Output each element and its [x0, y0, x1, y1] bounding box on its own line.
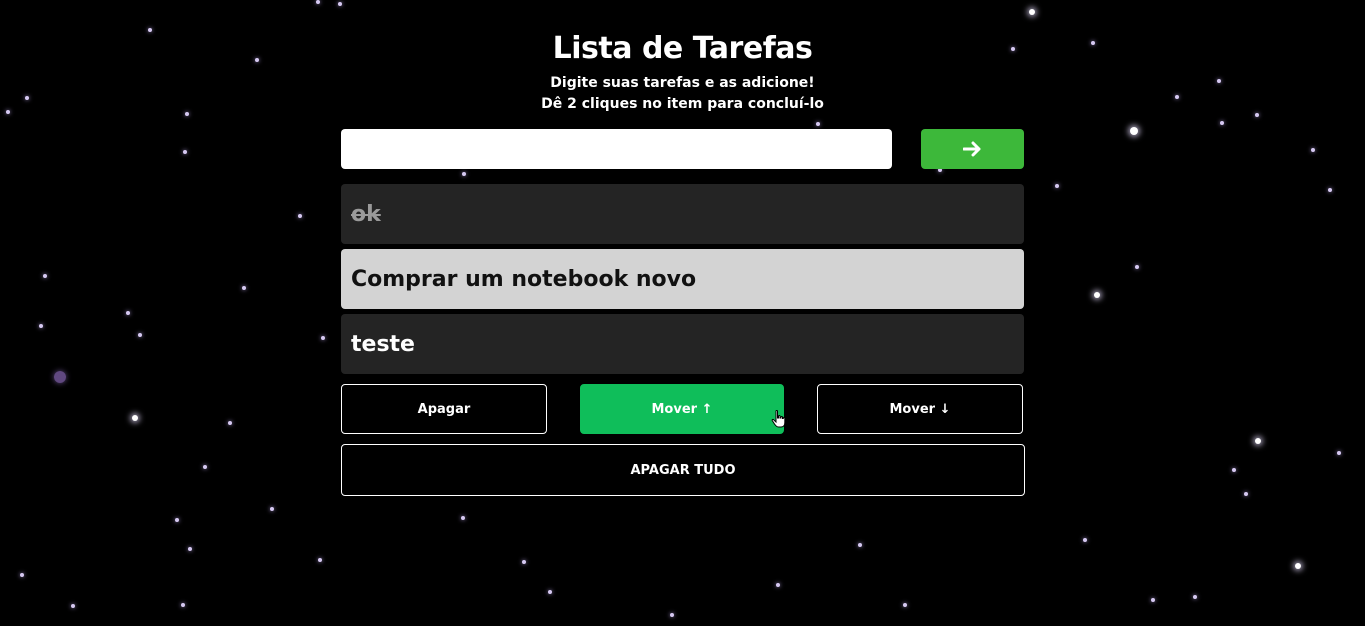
add-task-button[interactable] — [921, 129, 1024, 169]
star — [1311, 148, 1315, 152]
star — [181, 603, 185, 607]
star — [776, 583, 780, 587]
star — [461, 516, 465, 520]
star — [148, 28, 152, 32]
task-list: ok Comprar um notebook novo teste — [341, 184, 1024, 374]
star — [1135, 265, 1139, 269]
task-input[interactable] — [341, 129, 892, 169]
move-down-button[interactable]: Mover ↓ — [817, 384, 1023, 434]
star — [43, 274, 47, 278]
clear-all-button[interactable]: APAGAR TUDO — [341, 444, 1025, 496]
star — [1255, 438, 1261, 444]
instruction-line-2: Dê 2 cliques no item para concluí-lo — [541, 96, 824, 112]
hand-pointer-cursor-icon — [771, 410, 786, 428]
add-task-row — [341, 129, 1024, 169]
move-up-button[interactable]: Mover ↑ — [580, 384, 784, 434]
todo-app: Lista de Tarefas Digite suas tarefas e a… — [341, 30, 1025, 496]
star — [1029, 9, 1035, 15]
star — [1217, 79, 1221, 83]
task-label: ok — [351, 201, 381, 227]
delete-button[interactable]: Apagar — [341, 384, 547, 434]
star — [54, 371, 66, 383]
star — [1151, 598, 1155, 602]
task-item-done[interactable]: ok — [341, 184, 1024, 244]
star — [1055, 184, 1059, 188]
instruction-line-1: Digite suas tarefas e as adicione! — [550, 75, 815, 91]
star — [858, 543, 862, 547]
star — [6, 110, 10, 114]
star — [1328, 188, 1332, 192]
star — [242, 286, 246, 290]
star — [1337, 451, 1341, 455]
task-actions: Apagar Mover ↑ Mover ↓ — [341, 384, 1024, 434]
star — [228, 421, 232, 425]
star — [670, 613, 674, 617]
star — [25, 96, 29, 100]
star — [1091, 41, 1095, 45]
star — [1130, 127, 1138, 135]
star — [188, 547, 192, 551]
star — [1220, 121, 1224, 125]
task-label: Comprar um notebook novo — [351, 266, 697, 292]
star — [71, 604, 75, 608]
star — [318, 558, 322, 562]
star — [1232, 468, 1236, 472]
star — [175, 518, 179, 522]
star — [1094, 292, 1100, 298]
star — [126, 311, 130, 315]
star — [138, 333, 142, 337]
task-label: teste — [351, 331, 415, 357]
star — [1175, 95, 1179, 99]
star — [20, 573, 24, 577]
star — [903, 603, 907, 607]
star — [338, 2, 342, 6]
star — [132, 415, 138, 421]
star — [298, 214, 302, 218]
task-item[interactable]: teste — [341, 314, 1024, 374]
star — [321, 336, 325, 340]
star — [316, 0, 320, 4]
page-title: Lista de Tarefas — [552, 31, 813, 66]
star — [39, 324, 43, 328]
star — [1193, 595, 1197, 599]
star — [548, 590, 552, 594]
star — [270, 507, 274, 511]
star — [255, 58, 259, 62]
star — [1083, 538, 1087, 542]
star — [203, 465, 207, 469]
task-item-selected[interactable]: Comprar um notebook novo — [341, 249, 1024, 309]
star — [1295, 563, 1301, 569]
star — [183, 150, 187, 154]
arrow-right-icon — [962, 141, 980, 157]
star — [522, 560, 526, 564]
star — [185, 112, 189, 116]
star — [1255, 113, 1259, 117]
instructions: Digite suas tarefas e as adicione! Dê 2 … — [341, 73, 1024, 115]
star — [1244, 492, 1248, 496]
